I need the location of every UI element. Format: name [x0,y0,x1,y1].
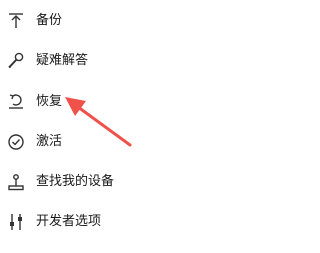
check-circle-icon [5,131,27,153]
nav-item-label: 疑难解答 [36,53,89,68]
nav-item-label: 开发者选项 [36,214,102,229]
nav-item-activation[interactable]: 激活 [0,124,220,160]
nav-item-label: 备份 [36,13,63,28]
nav-item-label: 查找我的设备 [36,174,115,189]
developer-sliders-icon [5,211,27,233]
nav-item-backup[interactable]: 备份 [0,3,220,39]
nav-item-label: 恢复 [36,94,63,109]
settings-nav: 备份 疑难解答 恢复 激活 查找我的设备 开发者选项 [0,0,261,253]
wrench-icon [5,50,27,72]
nav-item-label: 激活 [36,134,63,149]
nav-item-recovery[interactable]: 恢复 [0,84,220,120]
nav-item-find-device[interactable]: 查找我的设备 [0,164,220,200]
backup-arrow-icon [5,10,27,32]
recovery-icon [5,91,27,113]
find-device-icon [5,171,27,193]
nav-item-troubleshoot[interactable]: 疑难解答 [0,43,220,79]
nav-item-developer[interactable]: 开发者选项 [0,204,220,240]
